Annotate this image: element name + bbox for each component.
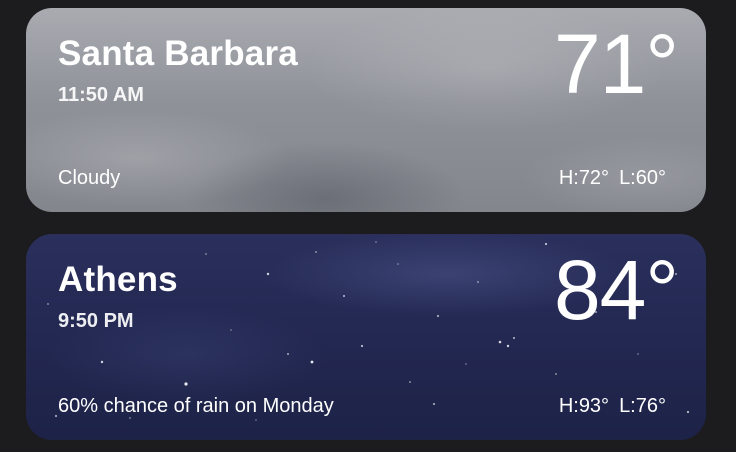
high-low-temperatures: H:93° L:76° (559, 395, 666, 418)
city-name: Athens (58, 260, 178, 299)
weather-location-list: Santa Barbara 11:50 AM 71° Cloudy H:72° L… (0, 0, 736, 452)
high-low-temperatures: H:72° L:60° (559, 167, 666, 190)
local-time: 11:50 AM (58, 84, 144, 106)
weather-condition: Cloudy (58, 167, 121, 189)
current-temperature: 71° (553, 17, 679, 111)
high-temperature: H:72° (558, 167, 610, 189)
location-card-athens[interactable]: Athens 9:50 PM 84° 60% chance of rain on… (26, 234, 706, 440)
low-temperature: L:76° (619, 395, 666, 417)
current-temperature: 84° (553, 243, 679, 337)
weather-condition: 60% chance of rain on Monday (58, 395, 334, 417)
city-name: Santa Barbara (58, 34, 298, 73)
high-temperature: H:93° (558, 395, 610, 417)
location-card-santa-barbara[interactable]: Santa Barbara 11:50 AM 71° Cloudy H:72° L… (26, 8, 706, 212)
low-temperature: L:60° (619, 167, 666, 189)
local-time: 9:50 PM (58, 310, 134, 332)
